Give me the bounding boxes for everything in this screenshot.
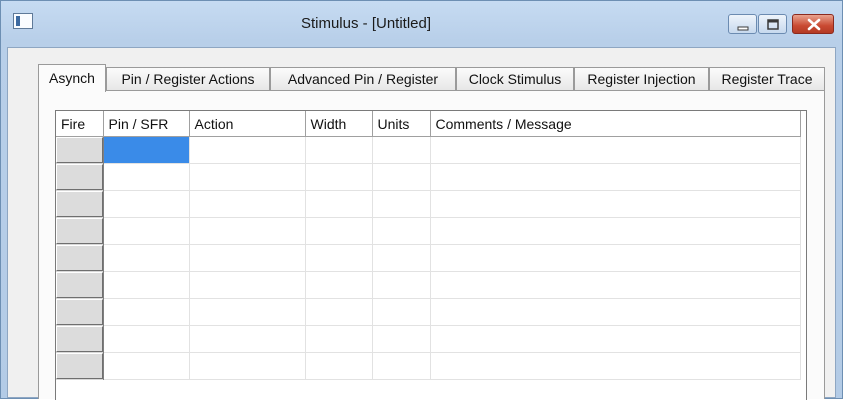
minimize-button[interactable] [728,14,757,34]
cell-width[interactable] [305,298,373,326]
fire-button[interactable] [56,299,103,325]
tab-pin-register-actions[interactable]: Pin / Register Actions [106,67,270,91]
fire-cell [56,136,104,164]
cell-action[interactable] [189,325,306,353]
tab-register-trace[interactable]: Register Trace [709,67,825,91]
column-header-action[interactable]: Action [189,111,306,137]
cell-action[interactable] [189,352,306,380]
fire-cell [56,271,104,299]
table-row [56,298,801,326]
cell-pin-sfr[interactable] [103,217,190,245]
fire-cell [56,217,104,245]
cell-pin-sfr[interactable] [103,190,190,218]
close-icon [807,18,821,31]
table-row [56,271,801,299]
close-button[interactable] [792,14,834,34]
cell-units[interactable] [372,325,431,353]
minimize-icon [737,26,749,31]
cell-width[interactable] [305,352,373,380]
cell-units[interactable] [372,352,431,380]
cell-units[interactable] [372,244,431,272]
cell-action[interactable] [189,136,306,164]
cell-action[interactable] [189,163,306,191]
tab-register-injection[interactable]: Register Injection [574,67,709,91]
cell-pin-sfr[interactable] [103,136,190,164]
maximize-button[interactable] [758,14,787,34]
fire-button[interactable] [56,353,103,379]
column-header-comments-message[interactable]: Comments / Message [430,111,801,137]
cell-comments-message[interactable] [430,298,801,326]
fire-cell [56,298,104,326]
cell-units[interactable] [372,136,431,164]
cell-units[interactable] [372,217,431,245]
column-header-fire[interactable]: Fire [56,111,104,137]
table-row [56,244,801,272]
cell-comments-message[interactable] [430,163,801,191]
stimulus-table: Fire Pin / SFR Action Width Units Commen… [56,111,801,380]
column-header-units[interactable]: Units [372,111,431,137]
table-row [56,352,801,380]
fire-button[interactable] [56,326,103,352]
title-bar[interactable]: Stimulus - [Untitled] [1,1,842,49]
cell-comments-message[interactable] [430,190,801,218]
cell-width[interactable] [305,217,373,245]
cell-width[interactable] [305,325,373,353]
asynch-panel: Fire Pin / SFR Action Width Units Commen… [38,90,825,400]
table-row [56,325,801,353]
fire-cell [56,190,104,218]
cell-width[interactable] [305,244,373,272]
cell-action[interactable] [189,244,306,272]
fire-cell [56,244,104,272]
cell-pin-sfr[interactable] [103,163,190,191]
tab-advanced-pin-register[interactable]: Advanced Pin / Register [270,67,456,91]
fire-button[interactable] [56,137,103,164]
header-row: Fire Pin / SFR Action Width Units Commen… [56,111,801,137]
cell-units[interactable] [372,298,431,326]
cell-comments-message[interactable] [430,352,801,380]
fire-button[interactable] [56,191,103,217]
maximize-icon [767,19,779,30]
table-row [56,217,801,245]
cell-comments-message[interactable] [430,271,801,299]
tab-clock-stimulus[interactable]: Clock Stimulus [456,67,574,91]
cell-width[interactable] [305,271,373,299]
cell-width[interactable] [305,136,373,164]
cell-action[interactable] [189,271,306,299]
fire-cell [56,163,104,191]
cell-pin-sfr[interactable] [103,325,190,353]
fire-button[interactable] [56,164,103,190]
cell-units[interactable] [372,163,431,191]
cell-comments-message[interactable] [430,325,801,353]
cell-comments-message[interactable] [430,217,801,245]
fire-button[interactable] [56,272,103,298]
cell-pin-sfr[interactable] [103,244,190,272]
stimulus-window: Stimulus - [Untitled] Asynch Pin / Regis… [0,0,843,400]
table-row [56,163,801,191]
column-header-pin-sfr[interactable]: Pin / SFR [103,111,190,137]
tab-asynch[interactable]: Asynch [38,64,106,92]
cell-units[interactable] [372,271,431,299]
cell-action[interactable] [189,298,306,326]
table-row [56,190,801,218]
cell-pin-sfr[interactable] [103,271,190,299]
stimulus-grid[interactable]: Fire Pin / SFR Action Width Units Commen… [55,110,807,400]
cell-pin-sfr[interactable] [103,298,190,326]
fire-button[interactable] [56,245,103,271]
fire-cell [56,325,104,353]
column-header-width[interactable]: Width [305,111,373,137]
table-row [56,136,801,164]
cell-width[interactable] [305,163,373,191]
cell-action[interactable] [189,217,306,245]
fire-button[interactable] [56,218,103,244]
cell-comments-message[interactable] [430,136,801,164]
cell-pin-sfr[interactable] [103,352,190,380]
cell-width[interactable] [305,190,373,218]
cell-action[interactable] [189,190,306,218]
cell-units[interactable] [372,190,431,218]
window-title: Stimulus - [Untitled] [300,15,432,32]
fire-cell [56,352,104,380]
client-area: Asynch Pin / Register Actions Advanced P… [7,47,836,400]
cell-comments-message[interactable] [430,244,801,272]
